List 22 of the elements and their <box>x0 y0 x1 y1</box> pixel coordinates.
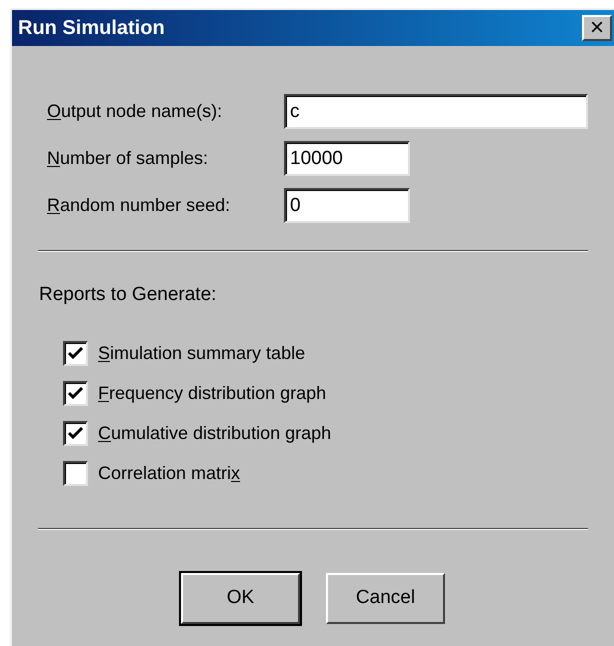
check-icon <box>68 386 83 400</box>
checkbox-label: Correlation matrix <box>98 462 240 484</box>
field-label: Number of samples: <box>47 147 210 170</box>
text-field[interactable]: 10000 <box>284 141 410 176</box>
field-label: Output node name(s): <box>47 100 224 123</box>
close-button[interactable]: × <box>582 15 612 41</box>
window-title: Run Simulation <box>18 16 165 41</box>
check-icon <box>68 426 83 440</box>
checkbox[interactable] <box>63 380 88 406</box>
dialog-button[interactable]: Cancel <box>326 572 445 624</box>
section-heading: Reports to Generate: <box>39 283 218 307</box>
text-field[interactable]: 0 <box>284 188 410 223</box>
text-field[interactable]: c <box>284 94 588 129</box>
checkbox-label: Frequency distribution graph <box>98 382 326 405</box>
checkbox-label: Simulation summary table <box>98 342 306 365</box>
checkbox[interactable] <box>63 340 88 366</box>
checkbox[interactable] <box>63 420 88 446</box>
field-label: Random number seed: <box>47 194 232 217</box>
dialog-button[interactable]: OK <box>181 572 300 624</box>
check-icon <box>68 346 83 360</box>
checkbox-label: Cumulative distribution graph <box>98 422 332 445</box>
checkbox[interactable] <box>63 460 88 486</box>
